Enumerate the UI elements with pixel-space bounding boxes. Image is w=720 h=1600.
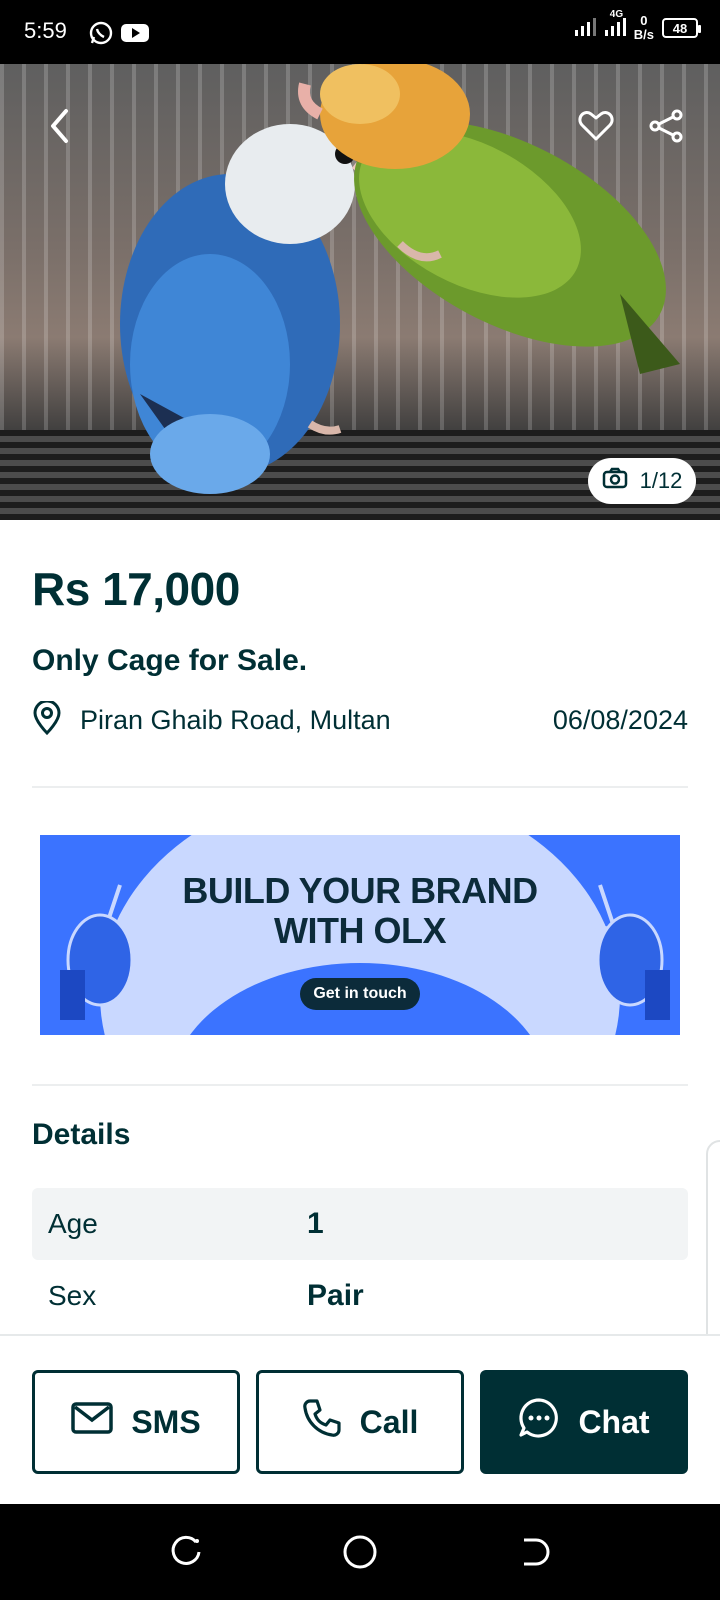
heart-icon [578,110,614,147]
details-heading: Details [32,1118,131,1151]
promo-banner[interactable]: BUILD YOUR BRAND WITH OLX Get in touch [40,835,680,1035]
battery-level: 48 [672,20,688,36]
status-app-icons [88,20,150,51]
net-speed: 0 B/s [634,14,654,42]
status-indicators: 4G 0 B/s 48 [574,9,701,42]
banner-title-line2: WITH OLX [274,910,446,951]
sms-button[interactable]: SMS [32,1370,240,1474]
share-button[interactable] [640,102,692,154]
home-icon[interactable] [340,1532,380,1572]
banner-cta-button[interactable]: Get in touch [300,978,420,1010]
divider [32,786,688,788]
divider [32,1084,688,1086]
location-row: Piran Ghaib Road, Multan 06/08/2024 [32,699,688,740]
signal-icon [574,15,596,42]
photo-counter-text: 1/12 [639,468,683,493]
phone-icon [302,1398,342,1446]
status-time: 5:59 [24,18,67,43]
location-pin-icon [32,699,62,740]
recent-apps-icon[interactable] [166,1532,206,1572]
listing-title: Only Cage for Sale. [32,644,308,677]
detail-row-age: Age 1 [32,1188,688,1260]
side-drawer-handle[interactable] [706,1140,720,1350]
mail-icon [71,1401,114,1443]
signal-4g-icon: 4G [604,9,626,42]
contact-action-bar: SMS Call Chat [0,1334,720,1504]
net-speed-unit: B/s [633,27,654,42]
detail-value: 1 [307,1207,324,1240]
detail-row-sex: Sex Pair [32,1260,688,1332]
back-button[interactable] [34,102,86,154]
chat-label: Chat [578,1403,650,1440]
camera-icon [602,467,628,495]
net-speed-value: 0 [640,13,648,28]
favorite-button[interactable] [570,102,622,154]
listing-price: Rs 17,000 [32,563,240,615]
photo-counter[interactable]: 1/12 [588,458,696,504]
listing-photo[interactable]: 1/12 [0,64,720,520]
listing-date: 06/08/2024 [552,704,688,735]
youtube-icon [120,20,150,51]
chat-bubble-icon [518,1397,560,1447]
detail-value: Pair [307,1279,364,1312]
listing-location[interactable]: Piran Ghaib Road, Multan [80,705,391,736]
call-button[interactable]: Call [256,1370,464,1474]
status-bar: 5:59 4G 0 B/s 48 [0,0,720,64]
detail-key: Age [48,1208,98,1239]
chat-button[interactable]: Chat [480,1370,688,1474]
battery-indicator: 48 [662,18,701,38]
back-nav-icon[interactable] [514,1532,554,1572]
detail-key: Sex [48,1280,97,1311]
banner-title-line1: BUILD YOUR BRAND [182,870,538,911]
sms-label: SMS [131,1403,201,1440]
whatsapp-icon [88,20,114,51]
banner-title: BUILD YOUR BRAND WITH OLX [40,871,680,951]
share-icon [648,109,684,148]
call-label: Call [359,1403,419,1440]
system-nav-bar [0,1504,720,1600]
back-arrow-icon [48,108,72,149]
network-type: 4G [609,8,624,20]
